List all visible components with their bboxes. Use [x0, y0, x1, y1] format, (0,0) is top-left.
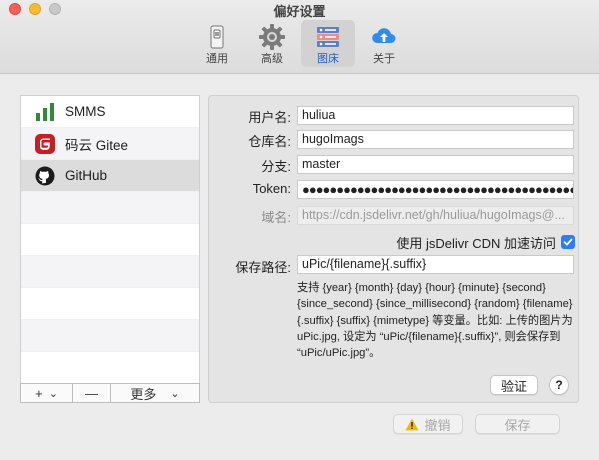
cloud-upload-icon: [370, 23, 398, 51]
repo-field[interactable]: hugoImags: [297, 130, 574, 149]
repo-label: 仓库名:: [248, 134, 291, 149]
chevron-down-icon: ⌄: [170, 387, 180, 400]
revert-label: 撤销: [424, 417, 451, 433]
username-field[interactable]: huliua: [297, 106, 574, 125]
jsdelivr-label: 使用 jsDelivr CDN 加速访问: [396, 235, 556, 251]
list-item-label: GitHub: [65, 168, 108, 183]
bar-chart-icon: [34, 101, 56, 123]
more-button[interactable]: 更多 ⌄: [111, 384, 199, 402]
toolbar-tabs: 通用 高级 图床 关于: [0, 20, 599, 68]
branch-label: 分支:: [261, 159, 291, 174]
token-field[interactable]: ●●●●●●●●●●●●●●●●●●●●●●●●●●●●●●●●●●●●●●●●…: [297, 180, 574, 199]
domain-field: https://cdn.jsdelivr.net/gh/huliua/hugoI…: [297, 206, 574, 225]
list-item-empty: [21, 192, 199, 224]
tab-image-host[interactable]: 图床: [301, 20, 355, 67]
tab-advanced[interactable]: 高级: [245, 20, 299, 67]
save-path-help-text: 支持 {year} {month} {day} {hour} {minute} …: [297, 282, 573, 360]
checkmark-icon: [563, 238, 573, 246]
list-item-empty: [21, 352, 199, 384]
remove-button-label: —: [85, 385, 98, 401]
add-host-button[interactable]: + ⌄: [21, 384, 73, 402]
image-host-list: SMMS 码云 Gitee GitHub: [20, 95, 200, 385]
github-icon: [34, 165, 56, 187]
username-label: 用户名:: [248, 110, 291, 125]
token-label: Token:: [252, 181, 291, 196]
chevron-down-icon: ⌄: [48, 387, 58, 400]
verify-button[interactable]: 验证: [490, 375, 538, 395]
list-item-empty: [21, 256, 199, 288]
list-item-label: 码云 Gitee: [65, 137, 129, 153]
save-path-label: 保存路径:: [235, 260, 291, 275]
list-item-label: SMMS: [65, 104, 106, 119]
title-bar: 偏好设置 通用 高级 图床 关于: [0, 0, 599, 74]
jsdelivr-option[interactable]: 使用 jsDelivr CDN 加速访问: [389, 233, 575, 251]
revert-button[interactable]: 撤销: [393, 414, 463, 434]
list-item-gitee[interactable]: 码云 Gitee: [21, 128, 199, 160]
image-host-icon: [314, 23, 342, 51]
more-button-label: 更多: [130, 386, 157, 402]
jsdelivr-checkbox[interactable]: [561, 235, 575, 249]
warning-icon: [405, 418, 419, 431]
add-button-label: +: [35, 385, 43, 401]
switch-icon: [203, 23, 231, 51]
list-item-empty: [21, 224, 199, 256]
list-item-github[interactable]: GitHub: [21, 160, 199, 192]
domain-label: 域名:: [261, 210, 291, 225]
tab-label: 关于: [373, 53, 395, 65]
github-settings-panel: 用户名: huliua 仓库名: hugoImags 分支: master To…: [208, 95, 579, 403]
branch-field[interactable]: master: [297, 155, 574, 174]
gear-icon: [258, 23, 286, 51]
tab-about[interactable]: 关于: [357, 20, 411, 67]
window-title: 偏好设置: [273, 4, 326, 19]
list-item-empty: [21, 320, 199, 352]
tab-general[interactable]: 通用: [190, 20, 244, 67]
remove-host-button[interactable]: —: [73, 384, 111, 402]
save-path-field[interactable]: uPic/{filename}{.suffix}: [297, 255, 574, 274]
list-item-empty: [21, 288, 199, 320]
help-button[interactable]: ?: [549, 375, 569, 395]
tab-label: 高级: [261, 53, 283, 65]
list-item-smms[interactable]: SMMS: [21, 96, 199, 128]
tab-label: 通用: [206, 53, 228, 65]
gitee-icon: [34, 133, 56, 155]
tab-label: 图床: [317, 53, 339, 65]
list-toolbar: + ⌄ — 更多 ⌄: [20, 383, 200, 403]
save-button[interactable]: 保存: [475, 414, 560, 434]
